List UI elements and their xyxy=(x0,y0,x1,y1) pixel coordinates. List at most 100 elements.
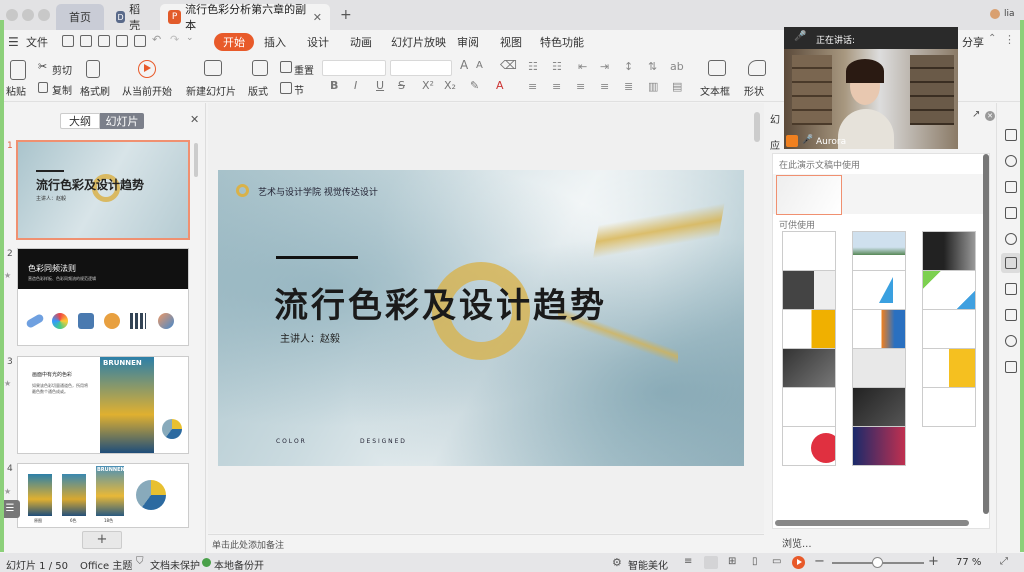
panel-scrollbar[interactable] xyxy=(194,143,198,177)
more-menu-icon[interactable]: ⋮ xyxy=(1004,33,1015,46)
menu-special[interactable]: 特色功能 xyxy=(540,34,584,50)
paste-icon[interactable] xyxy=(10,60,26,80)
reading-view-icon[interactable]: ▯ xyxy=(752,556,758,567)
tab-slides[interactable]: 幻灯片 xyxy=(100,113,144,129)
backup-status[interactable]: 本地备份开 xyxy=(214,557,264,572)
shape-button[interactable]: 形状 xyxy=(744,83,764,98)
close-tab-icon[interactable]: ✕ xyxy=(313,11,322,24)
superscript-icon[interactable]: X² xyxy=(422,79,434,92)
minimize-window-button[interactable] xyxy=(22,9,34,21)
template-item[interactable] xyxy=(923,232,975,270)
decrease-font-icon[interactable]: A xyxy=(476,60,483,71)
increase-font-icon[interactable]: A xyxy=(460,58,468,72)
design-icon[interactable] xyxy=(1005,129,1017,141)
collapse-ribbon-icon[interactable]: ⌃ xyxy=(988,33,996,44)
template-item[interactable] xyxy=(853,427,905,465)
menu-start[interactable]: 开始 xyxy=(214,33,254,51)
notes-toggle-icon[interactable]: ≡ xyxy=(684,556,692,567)
menu-review[interactable]: 审阅 xyxy=(457,34,479,50)
menu-design[interactable]: 设计 xyxy=(307,34,329,50)
decrease-indent-icon[interactable]: ⇤ xyxy=(578,60,587,73)
format-painter-button[interactable]: 格式刷 xyxy=(80,83,110,98)
convert-icon[interactable]: ab xyxy=(670,60,684,73)
font-size-select[interactable] xyxy=(390,60,452,76)
edit-icon[interactable] xyxy=(1005,207,1017,219)
notes-pane[interactable]: 单击此处添加备注 xyxy=(208,534,764,552)
tab-outline[interactable]: 大纲 xyxy=(60,113,100,129)
text-direction-icon[interactable]: ⇅ xyxy=(648,60,657,73)
expand-panel-icon[interactable]: ↗ xyxy=(972,109,980,120)
copy-button[interactable]: 复制 xyxy=(52,82,72,97)
template-item[interactable] xyxy=(783,349,835,387)
section-button[interactable]: 节 xyxy=(294,82,304,97)
zoom-slider-track[interactable] xyxy=(832,557,924,568)
cut-button[interactable]: 剪切 xyxy=(52,62,72,77)
undo-icon[interactable]: ↶ xyxy=(152,33,161,46)
slide-thumbnail-3[interactable]: 画面中有光的色彩 如果该色彩切量通道色，所用将最色数个通色成或。 BRUNNEN xyxy=(18,357,188,453)
reset-button[interactable]: 重置 xyxy=(294,62,314,77)
template-item[interactable] xyxy=(923,388,975,426)
slide-thumbnail-4[interactable]: BRUNNEN 原图 6色 18色 xyxy=(18,464,188,527)
layout-button[interactable]: 版式 xyxy=(248,83,268,98)
adjust-icon[interactable] xyxy=(1005,309,1017,321)
template-icon[interactable] xyxy=(1005,257,1017,269)
print-icon[interactable] xyxy=(116,35,128,47)
template-item[interactable] xyxy=(783,232,835,270)
close-window-button[interactable] xyxy=(6,9,18,21)
subscript-icon[interactable]: X₂ xyxy=(444,79,456,92)
paste-button[interactable]: 粘贴 xyxy=(6,83,26,98)
share-button[interactable]: 分享 xyxy=(962,34,984,50)
close-panel-icon[interactable]: ✕ xyxy=(190,113,199,126)
slide-thumbnail-2[interactable]: 色彩同频法则 营造色彩样板、色彩同频流的规范逻辑 xyxy=(18,249,188,345)
template-item[interactable] xyxy=(783,427,835,465)
underline-icon[interactable]: U xyxy=(376,79,384,92)
fill-icon[interactable] xyxy=(1005,181,1017,193)
zoom-in-icon[interactable]: + xyxy=(928,554,939,569)
align-right-icon[interactable]: ≡ xyxy=(576,80,585,93)
zoom-window-button[interactable] xyxy=(38,9,50,21)
numbered-list-icon[interactable]: ☷ xyxy=(552,60,562,73)
settings-icon[interactable] xyxy=(1005,233,1017,245)
browse-link[interactable]: 浏览... xyxy=(782,535,812,550)
zoom-out-icon[interactable]: − xyxy=(814,554,825,569)
save-icon[interactable] xyxy=(80,35,92,47)
menu-view[interactable]: 视图 xyxy=(500,34,522,50)
tab-document[interactable]: P 流行色彩分析第六章的副本 ✕ xyxy=(160,3,330,32)
fit-window-icon[interactable]: ⤢ xyxy=(1000,556,1008,567)
menu-insert[interactable]: 插入 xyxy=(264,34,286,50)
template-item[interactable] xyxy=(923,271,975,309)
align-left-icon[interactable]: ≡ xyxy=(528,80,537,93)
video-call-overlay[interactable]: 🎤 正在讲话: 🎤 Aurora xyxy=(784,27,958,149)
clear-format-icon[interactable]: ⌫ xyxy=(500,58,517,72)
export-icon[interactable] xyxy=(134,35,146,47)
template-item[interactable] xyxy=(923,310,975,348)
backup-icon[interactable] xyxy=(1005,361,1017,373)
canvas-scrollbar[interactable] xyxy=(754,112,760,142)
font-family-select[interactable] xyxy=(322,60,386,76)
new-slide-button[interactable]: 新建幻灯片 xyxy=(186,83,236,98)
font-color-icon[interactable]: A xyxy=(496,79,504,92)
zoom-slider-handle[interactable] xyxy=(872,557,884,568)
play-slideshow-icon[interactable] xyxy=(792,556,805,569)
template-item[interactable] xyxy=(853,271,905,309)
redo-icon[interactable]: ↷ xyxy=(170,33,179,46)
presenter-view-icon[interactable]: ▭ xyxy=(772,556,781,567)
current-slide[interactable]: 艺术与设计学院 视觉传达设计 流行色彩及设计趋势 主讲人：赵毅 C O L O … xyxy=(218,170,744,466)
italic-icon[interactable]: I xyxy=(354,79,357,92)
increase-indent-icon[interactable]: ⇥ xyxy=(600,60,609,73)
hamburger-menu-icon[interactable]: ☰ xyxy=(8,35,19,49)
bullet-list-icon[interactable]: ☷ xyxy=(528,60,538,73)
column-icon[interactable]: ▥ xyxy=(648,80,658,93)
print-preview-icon[interactable] xyxy=(98,35,110,47)
play-from-current-button[interactable]: 从当前开始 xyxy=(122,83,172,98)
close-panel-icon[interactable]: ✕ xyxy=(985,111,995,121)
bold-icon[interactable]: B xyxy=(330,79,338,92)
template-item[interactable] xyxy=(853,310,905,348)
template-in-use[interactable] xyxy=(777,176,841,214)
quick-access-dropdown-icon[interactable]: ⌄ xyxy=(186,33,194,43)
tab-daoke[interactable]: D 稻壳 xyxy=(108,3,154,32)
open-folder-icon[interactable] xyxy=(62,35,74,47)
beautify-button[interactable]: 智能美化 xyxy=(628,557,668,572)
textbox-button[interactable]: 文本框 xyxy=(700,83,730,98)
highlight-icon[interactable]: ✎ xyxy=(470,79,479,92)
